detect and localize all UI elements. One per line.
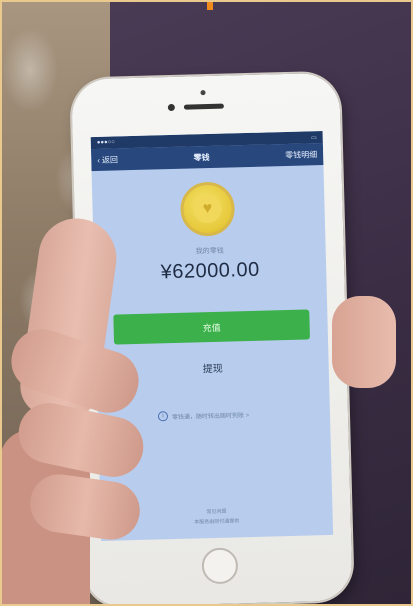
- photo: ●●●○○ ▭ ‹ 返回 零钱 零钱明细 ♥ 我的零钱 ¥62000.00 充值…: [0, 0, 413, 606]
- recharge-button[interactable]: 充值: [113, 309, 311, 345]
- battery-icon: ▭: [310, 134, 317, 141]
- details-link[interactable]: 零钱明细: [285, 149, 317, 161]
- home-button[interactable]: [201, 547, 239, 585]
- balance-label: 我的零钱: [195, 247, 224, 256]
- nav-bar: ‹ 返回 零钱 零钱明细: [90, 143, 324, 172]
- back-button[interactable]: ‹ 返回: [97, 154, 118, 166]
- phone-screen: ●●●○○ ▭ ‹ 返回 零钱 零钱明细 ♥ 我的零钱 ¥62000.00 充值…: [90, 131, 334, 541]
- coin-icon: ♥: [179, 181, 236, 237]
- balance-amount: ¥62000.00: [160, 258, 260, 284]
- heart-icon: ♥: [193, 194, 222, 224]
- info-icon: i: [157, 411, 169, 422]
- chevron-left-icon: ‹: [97, 155, 101, 165]
- earpiece-speaker: [183, 103, 224, 110]
- withdraw-button[interactable]: 提现: [114, 353, 311, 380]
- front-camera: [167, 103, 175, 112]
- signal-icon: ●●●○○: [96, 139, 115, 146]
- finger-right: [332, 296, 396, 388]
- orange-mark: [207, 0, 213, 10]
- notice-text: 零钱通，随时转出随时到账 >: [171, 412, 250, 421]
- page-title: 零钱: [193, 152, 210, 162]
- notice-link[interactable]: i 零钱通，随时转出随时到账 >: [157, 409, 250, 422]
- proximity-sensor: [200, 90, 206, 96]
- back-label: 返回: [101, 154, 119, 165]
